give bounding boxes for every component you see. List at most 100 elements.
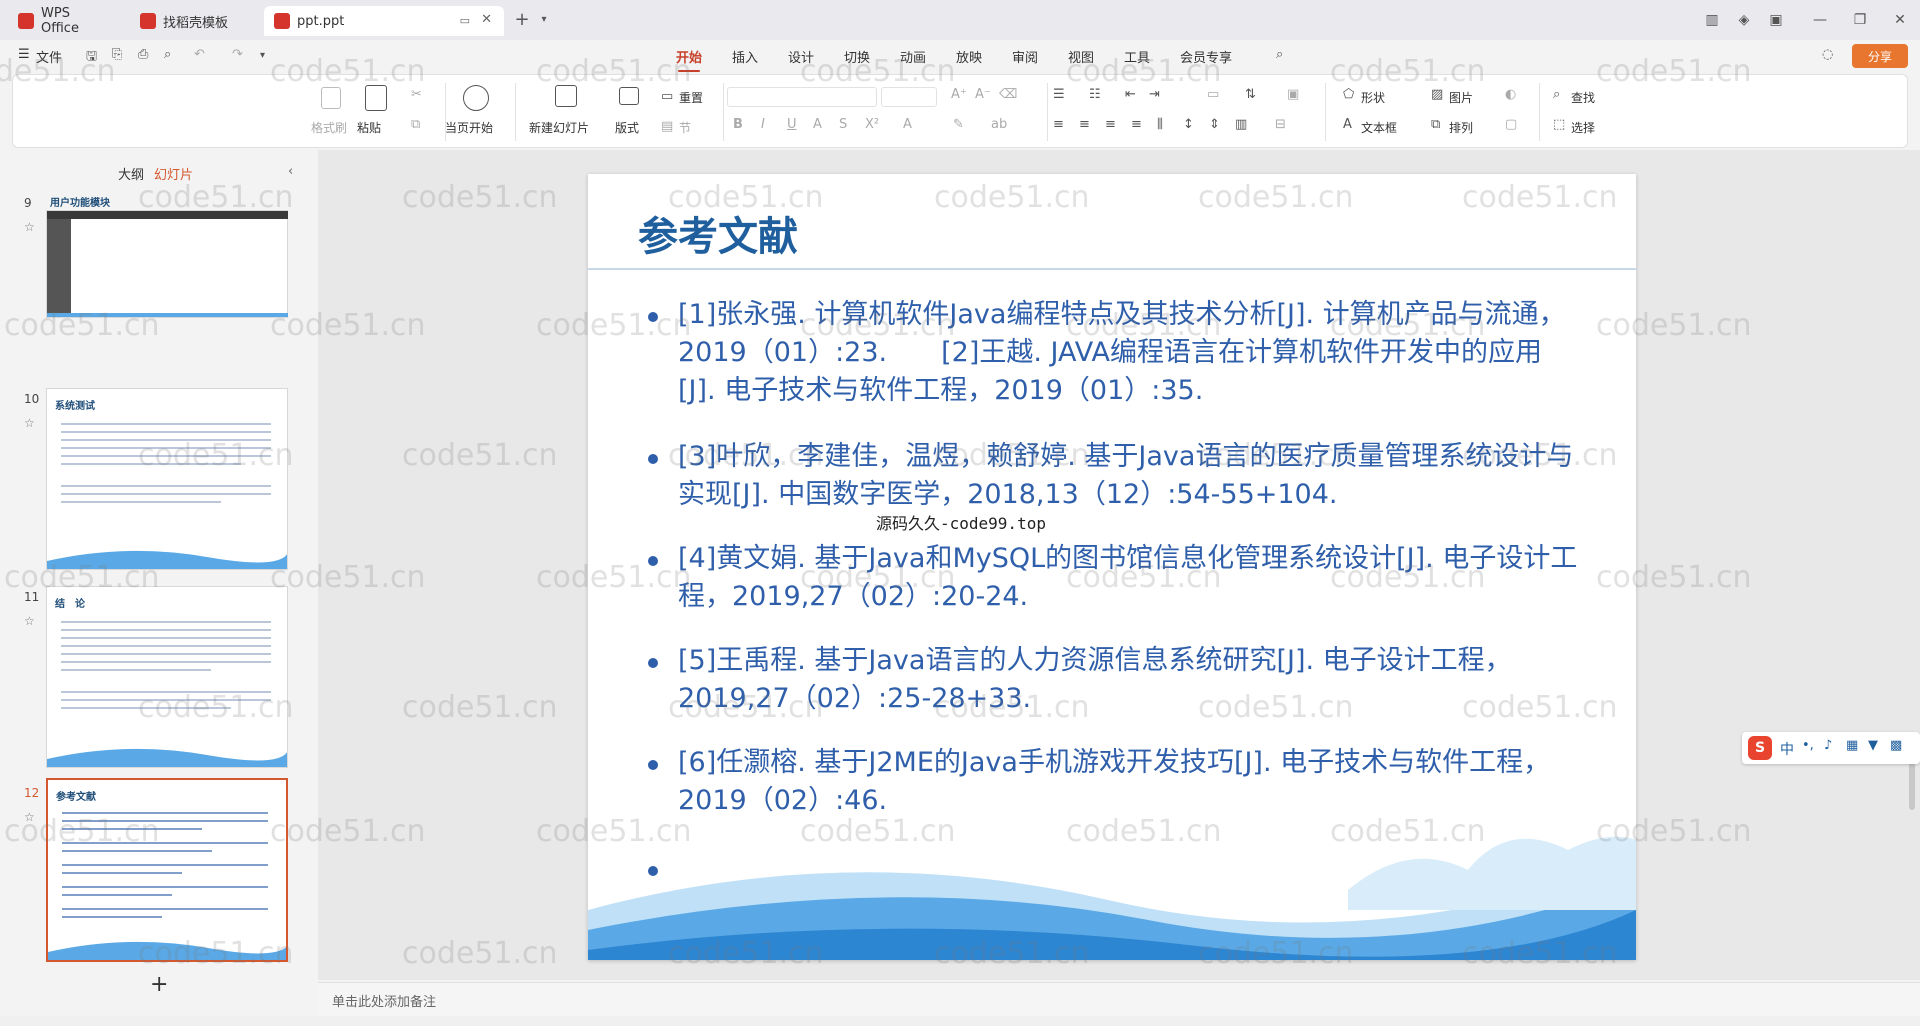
play-icon[interactable]	[463, 85, 489, 111]
redo-icon[interactable]: ↷	[232, 47, 243, 62]
new-slide-icon[interactable]	[555, 85, 577, 107]
save-icon[interactable]: 🖫	[86, 47, 97, 69]
avatar-icon[interactable]: ▣	[1766, 10, 1786, 30]
decrease-font-icon[interactable]: A⁻	[975, 87, 991, 102]
menu-hamburger-icon[interactable]: ☰	[18, 47, 30, 62]
numbered-list-icon[interactable]: ☷	[1089, 87, 1101, 102]
slide-canvas[interactable]: 参考文献 [1]张永强. 计算机软件Java编程特点及其技术分析[J]. 计算机…	[588, 174, 1636, 960]
ime-toolbar[interactable]: S 中 •, ♪ ▦ ▼ ▩	[1742, 732, 1920, 764]
menu-member[interactable]: 会员专享	[1180, 47, 1232, 66]
star-icon[interactable]: ☆	[24, 614, 35, 628]
copy-icon[interactable]: ⧉	[411, 117, 420, 132]
maximize-icon[interactable]: ❐	[1850, 10, 1870, 30]
chevron-down-icon[interactable]: ▾	[534, 10, 554, 30]
tab-ppt-file[interactable]: ppt.ppt ▭ ✕	[264, 6, 504, 36]
layout-icon[interactable]: ▥	[1702, 10, 1722, 30]
undo-icon[interactable]: ↶	[194, 47, 205, 62]
quick-access-dropdown-icon[interactable]: ▾	[260, 50, 265, 61]
line-spacing-icon[interactable]: ↕	[1183, 117, 1194, 132]
cut-icon[interactable]: ✂	[411, 87, 422, 102]
align-center-icon[interactable]: ≡	[1079, 117, 1090, 132]
menu-tools[interactable]: 工具	[1124, 47, 1150, 66]
picture-icon[interactable]: ▨	[1431, 87, 1443, 102]
layout-button[interactable]: 版式	[615, 119, 639, 136]
ime-mode-label[interactable]: 中	[1780, 739, 1794, 759]
text-align-icon[interactable]: ⊟	[1275, 117, 1286, 132]
comment-icon[interactable]: ◌	[1822, 47, 1833, 62]
punctuation-icon[interactable]: •,	[1802, 738, 1814, 753]
textbox-button[interactable]: 文本框	[1361, 119, 1397, 136]
convert-smartart-icon[interactable]: ▣	[1287, 87, 1299, 102]
print-icon[interactable]: ⎙	[138, 47, 148, 62]
shape-icon[interactable]: ⬠	[1343, 87, 1354, 102]
new-slide-button[interactable]: 新建幻灯片	[529, 119, 589, 136]
sort-icon[interactable]: ⇅	[1245, 87, 1256, 102]
format-painter-icon[interactable]	[321, 87, 341, 109]
bullet-list-icon[interactable]: ☰	[1053, 87, 1065, 102]
italic-icon[interactable]: I	[761, 117, 765, 132]
paragraph-spacing-icon[interactable]: ⇕	[1209, 117, 1220, 132]
shadow-icon[interactable]: S	[839, 117, 847, 132]
close-tab-icon[interactable]: ✕	[481, 12, 492, 27]
monitor-icon[interactable]: ▭	[460, 14, 470, 27]
align-right-icon[interactable]: ≡	[1105, 117, 1116, 132]
arrange-button[interactable]: 排列	[1449, 119, 1473, 136]
picture-button[interactable]: 图片	[1449, 89, 1473, 106]
reset-button[interactable]: 重置	[679, 89, 703, 106]
share-button[interactable]: 分享	[1852, 44, 1908, 68]
menu-review[interactable]: 审阅	[1012, 47, 1038, 66]
slide-thumbnail-10[interactable]: 系统测试	[46, 388, 288, 570]
increase-indent-icon[interactable]: ⇥	[1149, 87, 1160, 102]
collapse-panel-icon[interactable]: ‹	[288, 164, 293, 179]
new-tab-icon[interactable]: +	[512, 10, 532, 30]
keyboard-icon[interactable]: ▦	[1846, 738, 1858, 753]
menu-file[interactable]: 文件	[36, 47, 62, 66]
find-icon[interactable]: ⌕	[1553, 87, 1560, 102]
cube-icon[interactable]: ◈	[1734, 10, 1754, 30]
minimize-icon[interactable]: —	[1810, 10, 1830, 30]
reference-item-3[interactable]: [4]黄文娟. 基于Java和MySQL的图书馆信息化管理系统设计[J]. 电子…	[678, 540, 1578, 616]
notes-placeholder[interactable]: 单击此处添加备注	[332, 991, 436, 1010]
microphone-icon[interactable]: ♪	[1824, 738, 1832, 753]
decrease-indent-icon[interactable]: ⇤	[1125, 87, 1136, 102]
add-slide-button[interactable]: +	[150, 972, 168, 997]
strikethrough-icon[interactable]: A	[813, 117, 822, 132]
paste-icon[interactable]	[365, 85, 387, 111]
skin-icon[interactable]: ▼	[1868, 738, 1878, 753]
justify-icon[interactable]: ≡	[1131, 117, 1142, 132]
text-direction-icon[interactable]: ▭	[1207, 87, 1219, 102]
fill-icon[interactable]: ◐	[1505, 87, 1516, 102]
increase-font-icon[interactable]: A⁺	[951, 87, 967, 102]
toolbox-icon[interactable]: ▩	[1890, 738, 1902, 753]
distribute-icon[interactable]: ⫼	[1157, 117, 1163, 132]
font-size-select[interactable]	[881, 87, 937, 107]
slide-thumbnail-9[interactable]: 用户功能模块	[46, 194, 288, 320]
reference-item-1[interactable]: [1]张永强. 计算机软件Java编程特点及其技术分析[J]. 计算机产品与流通…	[678, 296, 1578, 410]
slide-thumbnail-11[interactable]: 结 论	[46, 586, 288, 768]
arrange-icon[interactable]: ⧉	[1431, 117, 1440, 132]
superscript-icon[interactable]: X²	[865, 117, 879, 132]
tab-outline[interactable]: 大纲	[118, 164, 144, 183]
menu-view[interactable]: 视图	[1068, 47, 1094, 66]
search-icon[interactable]: ⌕	[1276, 47, 1283, 62]
reset-icon[interactable]: ▭	[661, 89, 673, 104]
highlight-icon[interactable]: ✎	[953, 117, 964, 132]
export-icon[interactable]: ⎘	[112, 47, 122, 62]
print-preview-icon[interactable]: ⌕	[164, 47, 171, 62]
star-icon[interactable]: ☆	[24, 220, 35, 234]
menu-design[interactable]: 设计	[788, 47, 814, 66]
tab-wps-office[interactable]: WPS Office	[8, 6, 122, 36]
font-color-icon[interactable]: A	[903, 117, 912, 132]
reference-item-2[interactable]: [3]叶欣，李建佳，温煜，赖舒婷. 基于Java语言的医疗质量管理系统设计与实现…	[678, 438, 1578, 514]
slide-title[interactable]: 参考文献	[638, 204, 798, 262]
layout-icon[interactable]	[619, 87, 639, 105]
reference-item-4[interactable]: [5]王禹程. 基于Java语言的人力资源信息系统研究[J]. 电子设计工程，2…	[678, 642, 1578, 718]
tab-slides[interactable]: 幻灯片	[154, 164, 193, 183]
underline-icon[interactable]: U	[787, 117, 797, 132]
section-button[interactable]: 节	[679, 119, 691, 136]
format-painter-label[interactable]: 格式刷	[311, 119, 347, 136]
tab-docer[interactable]: 找稻壳模板	[130, 6, 256, 36]
outline-icon[interactable]: ▢	[1505, 117, 1517, 132]
menu-slideshow[interactable]: 放映	[956, 47, 982, 66]
bold-icon[interactable]: B	[733, 117, 743, 132]
